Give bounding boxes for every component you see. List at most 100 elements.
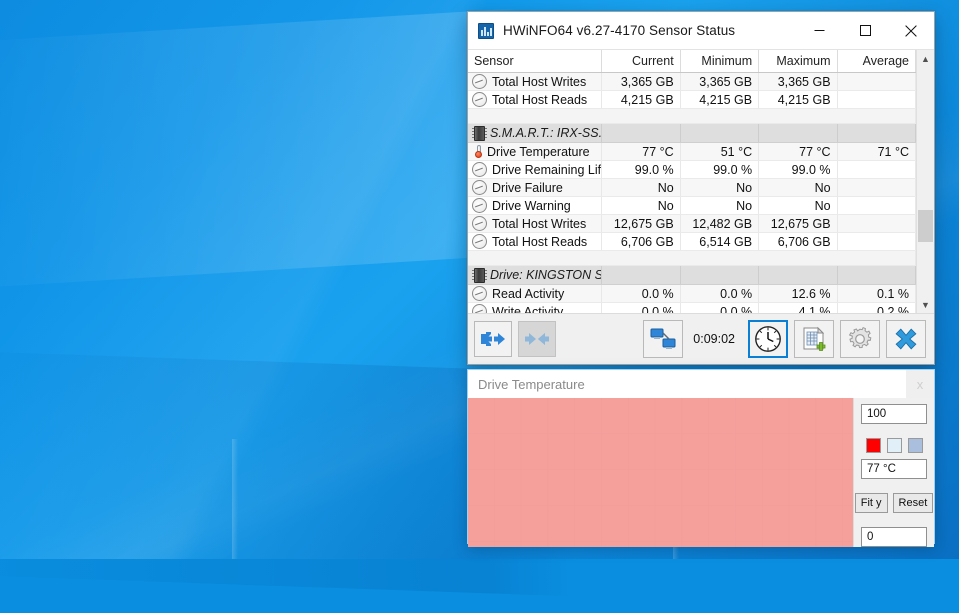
wallpaper-stripe-1 xyxy=(232,439,238,559)
sensor-table-scroll: Sensor Current Minimum Maximum Average T… xyxy=(468,50,916,313)
current-cell: 77 °C xyxy=(601,142,681,161)
scroll-up-arrow-icon[interactable]: ▲ xyxy=(917,50,934,67)
column-header-sensor[interactable]: Sensor xyxy=(468,50,603,73)
swatch-background-color[interactable] xyxy=(886,438,902,453)
maximum-cell: 4,215 GB xyxy=(758,90,838,109)
maximum-cell: No xyxy=(758,178,838,197)
average-cell: 0.2 % xyxy=(837,302,916,313)
table-row[interactable]: Total Host Reads 6,706 GB 6,514 GB 6,706 GB xyxy=(468,232,916,251)
current-cell: 12,675 GB xyxy=(601,214,681,233)
minimum-cell: 0.0 % xyxy=(680,284,760,303)
current-cell: No xyxy=(601,178,681,197)
column-header-average[interactable]: Average xyxy=(837,50,916,73)
scrollbar-thumb[interactable] xyxy=(918,210,933,242)
maximize-button[interactable] xyxy=(842,12,888,49)
window-titlebar[interactable]: HWiNFO64 v6.27-4170 Sensor Status xyxy=(468,12,934,49)
sensor-label: Write Activity xyxy=(492,304,564,314)
chip-icon xyxy=(472,267,487,283)
average-cell xyxy=(837,72,916,91)
current-cell: 0.0 % xyxy=(601,302,681,313)
column-header-minimum[interactable]: Minimum xyxy=(680,50,760,73)
current-cell: No xyxy=(601,196,681,215)
minimum-cell: 0.0 % xyxy=(680,302,760,313)
table-spacer-row xyxy=(468,250,916,266)
minimum-cell: 4,215 GB xyxy=(680,90,760,109)
y-min-input[interactable]: 0 xyxy=(861,527,927,547)
graph-body: 100 77 °C Fit y Reset 0 xyxy=(468,398,934,547)
graph-close-button[interactable]: x xyxy=(906,370,934,398)
table-group-row[interactable]: Drive: KINGSTON S... xyxy=(468,265,916,285)
fit-y-button[interactable]: Fit y xyxy=(854,493,888,513)
graph-title: Drive Temperature xyxy=(478,376,585,392)
gauge-icon xyxy=(472,286,487,301)
sensor-toolbar: 0:09:02 xyxy=(468,313,934,364)
average-cell xyxy=(837,232,916,251)
table-row[interactable]: Total Host Reads 4,215 GB 4,215 GB 4,215 GB xyxy=(468,90,916,109)
table-row[interactable]: Read Activity 0.0 % 0.0 % 12.6 % 0.1 % xyxy=(468,284,916,303)
maximum-cell: 12,675 GB xyxy=(758,214,838,233)
maximum-cell: 6,706 GB xyxy=(758,232,838,251)
average-cell xyxy=(837,196,916,215)
plot-series xyxy=(468,398,853,547)
expand-all-button[interactable] xyxy=(474,321,512,357)
sensor-label: Drive Warning xyxy=(492,198,571,213)
sensor-name-cell: Drive Remaining Life xyxy=(468,160,603,179)
clock-button[interactable] xyxy=(748,320,788,358)
table-row[interactable]: Total Host Writes 12,675 GB 12,482 GB 12,67… xyxy=(468,214,916,233)
column-header-maximum[interactable]: Maximum xyxy=(758,50,838,73)
gauge-icon xyxy=(472,74,487,89)
current-cell xyxy=(601,265,681,285)
close-x-button[interactable] xyxy=(886,320,926,358)
average-cell xyxy=(837,160,916,179)
hwinfo-app-icon xyxy=(478,22,494,39)
graph-side-panel: 100 77 °C Fit y Reset 0 xyxy=(854,398,934,547)
sensor-name-cell: Drive Temperature xyxy=(468,142,603,161)
minimum-cell: No xyxy=(680,196,760,215)
settings-button[interactable] xyxy=(840,320,880,358)
window-control-buttons xyxy=(796,12,934,49)
y-max-input[interactable]: 100 xyxy=(861,404,927,424)
collapse-all-button[interactable] xyxy=(518,321,556,357)
table-row[interactable]: Drive Failure No No No xyxy=(468,178,916,197)
table-row[interactable]: Drive Remaining Life 99.0 % 99.0 % 99.0 % xyxy=(468,160,916,179)
swatch-line-color[interactable] xyxy=(865,438,881,453)
maximum-cell: 12.6 % xyxy=(758,284,838,303)
table-row[interactable]: Drive Warning No No No xyxy=(468,196,916,215)
gauge-icon xyxy=(472,162,487,177)
minimum-cell xyxy=(680,265,760,285)
scroll-down-arrow-icon[interactable]: ▼ xyxy=(917,296,934,313)
maximum-cell: 4.1 % xyxy=(758,302,838,313)
sensor-table-body: Total Host Writes 3,365 GB 3,365 GB 3,365 G… xyxy=(468,72,916,314)
gauge-icon xyxy=(472,180,487,195)
sensor-table: Sensor Current Minimum Maximum Average T… xyxy=(468,50,916,313)
sensor-label: Drive Failure xyxy=(492,180,563,195)
reset-button[interactable]: Reset xyxy=(892,493,934,513)
graph-titlebar[interactable]: Drive Temperature x xyxy=(468,370,934,398)
report-button[interactable] xyxy=(794,320,834,358)
table-row[interactable]: Total Host Writes 3,365 GB 3,365 GB 3,365 G… xyxy=(468,72,916,91)
temperature-plot[interactable] xyxy=(468,398,854,547)
sensor-name-cell: Total Host Writes xyxy=(468,72,603,91)
table-row[interactable]: Drive Temperature 77 °C 51 °C 77 °C 71 °C xyxy=(468,142,916,161)
remote-monitoring-button[interactable] xyxy=(643,320,684,358)
table-header-row: Sensor Current Minimum Maximum Average xyxy=(468,50,916,73)
chip-icon xyxy=(472,125,487,141)
minimum-cell: No xyxy=(680,178,760,197)
maximum-cell: No xyxy=(758,196,838,215)
window-title: HWiNFO64 v6.27-4170 Sensor Status xyxy=(503,23,736,38)
sensor-label: Drive Temperature xyxy=(487,144,590,159)
column-header-current[interactable]: Current xyxy=(601,50,681,73)
table-group-row[interactable]: S.M.A.R.T.: IRX-SS... xyxy=(468,123,916,143)
swatch-grid-color[interactable] xyxy=(907,438,923,453)
table-spacer-row xyxy=(468,108,916,124)
maximum-cell xyxy=(758,123,838,143)
current-cell: 3,365 GB xyxy=(601,72,681,91)
minimum-cell: 3,365 GB xyxy=(680,72,760,91)
minimize-button[interactable] xyxy=(796,12,842,49)
close-button[interactable] xyxy=(888,12,934,49)
table-vertical-scrollbar[interactable]: ▲ ▼ xyxy=(916,50,934,313)
table-row[interactable]: Write Activity 0.0 % 0.0 % 4.1 % 0.2 % xyxy=(468,302,916,314)
graph-buttons: Fit y Reset xyxy=(854,493,934,513)
gauge-icon xyxy=(472,304,487,313)
sensor-name-cell: Read Activity xyxy=(468,284,603,303)
